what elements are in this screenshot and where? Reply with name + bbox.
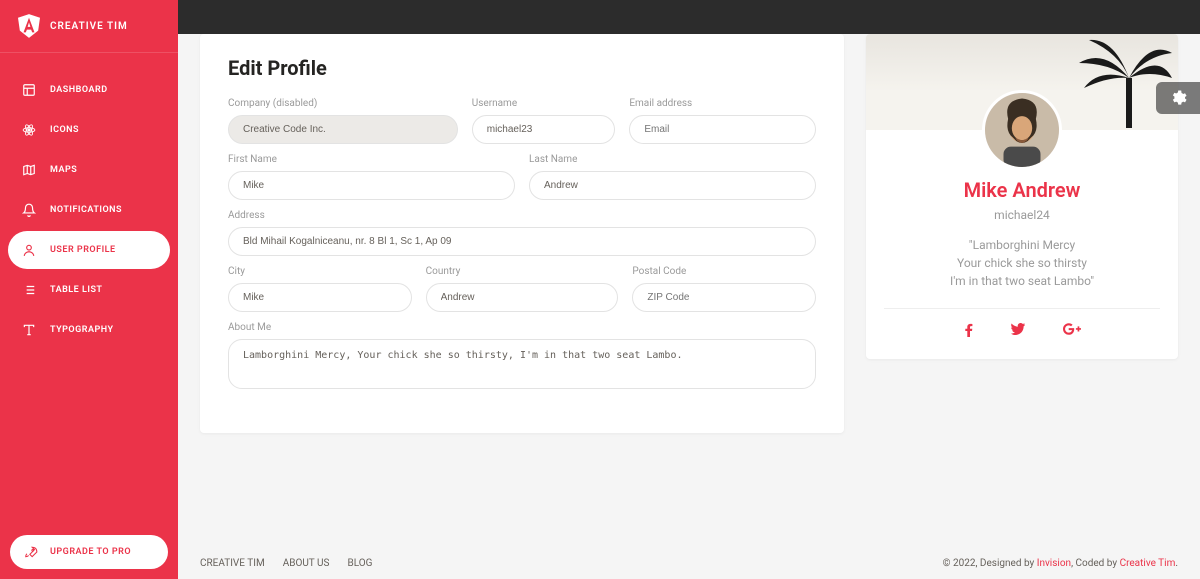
- facebook-icon[interactable]: [964, 323, 973, 341]
- footer-copyright: © 2022, Designed by Invision, Coded by C…: [943, 558, 1178, 569]
- rocket-icon: [24, 545, 38, 559]
- firstname-label: First Name: [228, 154, 515, 165]
- brand-logo-icon: [18, 14, 40, 38]
- profile-quote: "Lamborghini Mercy Your chick she so thi…: [884, 236, 1160, 309]
- sidebar-item-icons[interactable]: ICONS: [8, 111, 170, 149]
- quote-line: "Lamborghini Mercy: [884, 236, 1160, 254]
- email-label: Email address: [629, 98, 816, 109]
- quote-line: Your chick she so thirsty: [884, 254, 1160, 272]
- sidebar-item-notifications[interactable]: NOTIFICATIONS: [8, 191, 170, 229]
- company-input: [228, 115, 458, 144]
- map-icon: [22, 163, 36, 177]
- sidebar-item-label: MAPS: [50, 165, 77, 175]
- user-icon: [22, 243, 36, 257]
- sidebar-item-label: NOTIFICATIONS: [50, 205, 122, 215]
- list-icon: [22, 283, 36, 297]
- sidebar: CREATIVE TIM DASHBOARD ICONS MAPS NOTIFI…: [0, 0, 178, 579]
- lastname-input[interactable]: [529, 171, 816, 200]
- coded-link[interactable]: Creative Tim: [1120, 558, 1176, 569]
- footer-links: CREATIVE TIM ABOUT US BLOG: [200, 558, 372, 569]
- footer-link[interactable]: BLOG: [347, 558, 372, 569]
- lastname-label: Last Name: [529, 154, 816, 165]
- profile-handle: michael24: [884, 208, 1160, 222]
- upgrade-button[interactable]: UPGRADE TO PRO: [10, 535, 168, 569]
- bell-icon: [22, 203, 36, 217]
- sidebar-item-label: ICONS: [50, 125, 79, 135]
- city-label: City: [228, 266, 412, 277]
- sidebar-item-label: USER PROFILE: [50, 245, 116, 255]
- atom-icon: [22, 123, 36, 137]
- address-label: Address: [228, 210, 816, 221]
- footer-link[interactable]: CREATIVE TIM: [200, 558, 265, 569]
- sidebar-item-typography[interactable]: TYPOGRAPHY: [8, 311, 170, 349]
- design-link[interactable]: Invision: [1037, 558, 1071, 569]
- dashboard-icon: [22, 83, 36, 97]
- settings-button[interactable]: [1156, 82, 1200, 114]
- country-input[interactable]: [426, 283, 619, 312]
- sidebar-item-label: DASHBOARD: [50, 85, 108, 95]
- footer: CREATIVE TIM ABOUT US BLOG © 2022, Desig…: [178, 548, 1200, 579]
- palm-tree-icon: [1054, 34, 1174, 128]
- sidebar-item-dashboard[interactable]: DASHBOARD: [8, 71, 170, 109]
- profile-body: Mike Andrew michael24 "Lamborghini Mercy…: [866, 178, 1178, 359]
- city-input[interactable]: [228, 283, 412, 312]
- sidebar-item-user-profile[interactable]: USER PROFILE: [8, 231, 170, 269]
- about-textarea[interactable]: Lamborghini Mercy, Your chick she so thi…: [228, 339, 816, 389]
- about-label: About Me: [228, 322, 816, 333]
- footer-link[interactable]: ABOUT US: [283, 558, 330, 569]
- profile-name: Mike Andrew: [884, 178, 1160, 202]
- username-input[interactable]: [472, 115, 616, 144]
- brand[interactable]: CREATIVE TIM: [0, 0, 178, 53]
- firstname-input[interactable]: [228, 171, 515, 200]
- postal-input[interactable]: [632, 283, 816, 312]
- sidebar-nav: DASHBOARD ICONS MAPS NOTIFICATIONS USER …: [0, 53, 178, 525]
- postal-label: Postal Code: [632, 266, 816, 277]
- sidebar-item-label: TYPOGRAPHY: [50, 325, 114, 335]
- upgrade-label: UPGRADE TO PRO: [50, 547, 131, 557]
- profile-card: Mike Andrew michael24 "Lamborghini Mercy…: [866, 34, 1178, 359]
- address-input[interactable]: [228, 227, 816, 256]
- topbar: [178, 0, 1200, 34]
- email-input[interactable]: [629, 115, 816, 144]
- sidebar-item-maps[interactable]: MAPS: [8, 151, 170, 189]
- main: Edit Profile Company (disabled) Username…: [178, 0, 1200, 433]
- avatar: [982, 90, 1062, 170]
- country-label: Country: [426, 266, 619, 277]
- social-links: [884, 309, 1160, 345]
- sidebar-item-table-list[interactable]: TABLE LIST: [8, 271, 170, 309]
- twitter-icon[interactable]: [1011, 323, 1025, 341]
- text-icon: [22, 323, 36, 337]
- gear-icon: [1169, 89, 1187, 107]
- company-label: Company (disabled): [228, 98, 458, 109]
- google-plus-icon[interactable]: [1063, 323, 1081, 341]
- sidebar-item-label: TABLE LIST: [50, 285, 102, 295]
- page-title: Edit Profile: [228, 56, 816, 80]
- quote-line: I'm in that two seat Lambo": [884, 272, 1160, 290]
- username-label: Username: [472, 98, 616, 109]
- brand-text: CREATIVE TIM: [50, 21, 128, 32]
- edit-profile-card: Edit Profile Company (disabled) Username…: [200, 34, 844, 433]
